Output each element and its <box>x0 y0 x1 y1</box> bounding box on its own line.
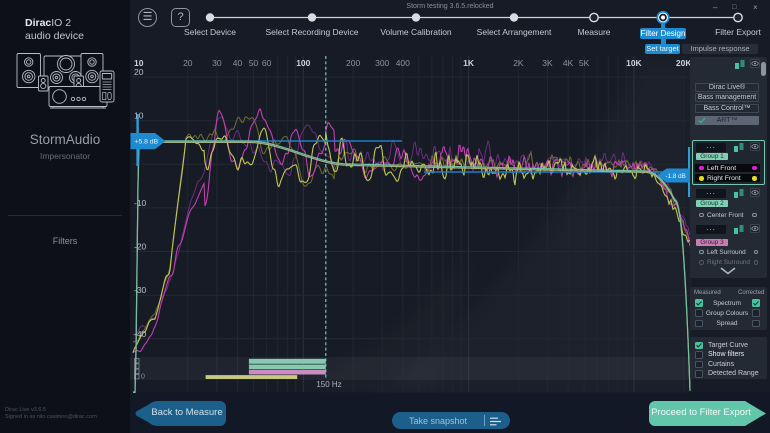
svg-text:2K: 2K <box>513 58 524 68</box>
svg-text:400: 400 <box>396 58 410 68</box>
svg-text:1K: 1K <box>463 58 475 68</box>
svg-text:20: 20 <box>183 58 193 68</box>
svg-text:30: 30 <box>212 58 222 68</box>
svg-text:-30: -30 <box>134 285 147 295</box>
svg-text:40: 40 <box>233 58 243 68</box>
svg-text:-40: -40 <box>134 329 147 339</box>
svg-text:3K: 3K <box>542 58 553 68</box>
svg-text:10: 10 <box>134 111 144 121</box>
svg-text:200: 200 <box>346 58 360 68</box>
svg-text:10K: 10K <box>626 58 642 68</box>
svg-text:-10: -10 <box>134 198 147 208</box>
svg-text:100: 100 <box>296 58 310 68</box>
svg-text:-1.8 dB: -1.8 dB <box>666 173 686 180</box>
svg-text:4K: 4K <box>563 58 574 68</box>
svg-text:-20: -20 <box>134 242 147 252</box>
svg-text:60: 60 <box>262 58 272 68</box>
svg-text:300: 300 <box>375 58 389 68</box>
svg-text:150 Hz: 150 Hz <box>316 380 341 389</box>
svg-text:50: 50 <box>249 58 259 68</box>
svg-text:0: 0 <box>141 374 145 381</box>
svg-text:5K: 5K <box>579 58 590 68</box>
svg-text:20: 20 <box>134 67 144 77</box>
svg-text:+5.8 dB: +5.8 dB <box>135 139 159 146</box>
